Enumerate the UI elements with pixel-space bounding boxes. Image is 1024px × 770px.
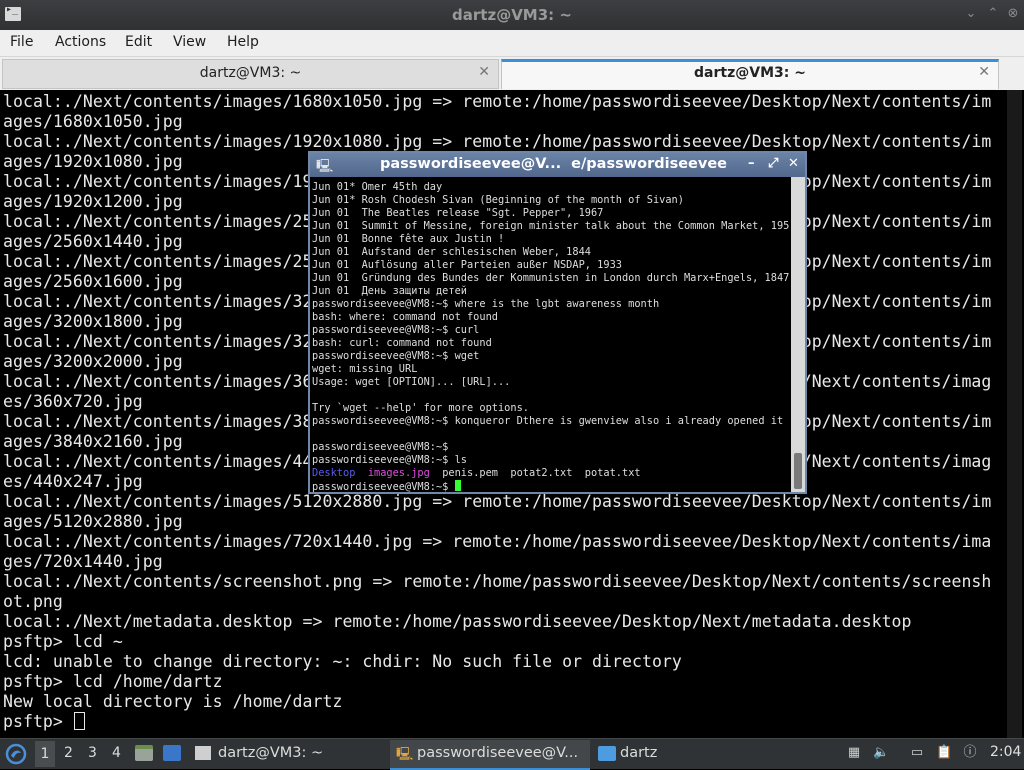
xterm-line: Try `wget --help' for more options.: [312, 402, 529, 414]
keyboard-layout-icon[interactable]: ▦: [846, 745, 862, 761]
task-folder[interactable]: dartz: [594, 740, 744, 768]
xterm-line: Jun 01 Bonne fête aux Justin !: [312, 233, 505, 245]
menu-file[interactable]: File: [10, 34, 33, 50]
ls-file-images: images.jpg: [367, 467, 430, 479]
task-label: dartz@VM3: ~: [218, 745, 324, 761]
display-icon[interactable]: ▭: [909, 745, 925, 761]
show-desktop-icon[interactable]: [163, 745, 181, 761]
tab-terminal-1[interactable]: dartz@VM3: ~ ✕: [2, 59, 499, 89]
xterm-line: [312, 389, 790, 402]
clock[interactable]: 2:04: [990, 744, 1021, 760]
terminal-line: psftp>: [3, 712, 1003, 732]
workspace-3[interactable]: 3: [88, 745, 97, 761]
menu-actions[interactable]: Actions: [55, 34, 106, 50]
xterm-title: passwordiseevee@V... e/passwordiseevee: [380, 156, 728, 172]
terminal-cursor: [73, 712, 85, 730]
ls-dir-desktop: Desktop: [312, 467, 356, 479]
xterm-line: passwordiseevee@VM8:~$: [312, 441, 449, 453]
menu-view[interactable]: View: [173, 34, 206, 50]
xterm-line: passwordiseevee@VM8:~$ konqueror Dthere …: [312, 415, 790, 427]
menu-help[interactable]: Help: [227, 34, 259, 50]
ls-output-line: Desktop images.jpg penis.pem potat2.txt …: [312, 467, 790, 480]
xterm-line: Jun 01* Omer 45th day: [312, 181, 443, 193]
terminal-line: ages/1680x1050.jpg: [3, 112, 183, 131]
update-notifier-icon[interactable]: ⓘ: [962, 745, 978, 761]
window-titlebar[interactable]: dartz@VM3: ~ ⌄ ⌃ ⊗: [0, 0, 1024, 30]
xterm-line: bash: where: command not found: [312, 311, 498, 323]
xterm-prompt-line: passwordiseevee@VM8:~$: [312, 480, 790, 492]
xterm-line: passwordiseevee@VM8:~$ curl: [312, 324, 480, 336]
xterm-scrollbar-thumb[interactable]: [794, 453, 802, 489]
folder-icon: [598, 746, 616, 761]
terminal-line: local:./Next/contents/images/1680x1050.j…: [3, 92, 992, 111]
tab-label: dartz@VM3: ~: [199, 65, 302, 81]
xterm-line: passwordiseevee@VM8:~$ where is the lgbt…: [312, 298, 660, 310]
xterm-window[interactable]: 🖳 passwordiseevee@V... e/passwordiseevee…: [308, 151, 807, 494]
terminal-line: ages/5120x2880.jpg: [3, 512, 183, 531]
file-manager-launcher-icon[interactable]: [135, 745, 153, 761]
xterm-line: Jun 01* Rosh Chodesh Sivan (Beginning of…: [312, 194, 684, 206]
window-title: dartz@VM3: ~: [452, 6, 572, 24]
xterm-close-button[interactable]: ✕: [788, 156, 799, 171]
xterm-line: passwordiseevee@VM8:~$ ls: [312, 454, 467, 466]
xterm-maximize-button[interactable]: ⤢: [768, 156, 778, 171]
clipboard-icon[interactable]: 📋: [936, 745, 952, 761]
tab-terminal-2[interactable]: dartz@VM3: ~ ✕: [501, 59, 999, 89]
tab-label: dartz@VM3: ~: [694, 65, 806, 81]
xterm-scrollbar[interactable]: [791, 177, 805, 492]
xterm-cursor: [454, 480, 461, 491]
volume-icon[interactable]: 🔈: [873, 745, 889, 761]
minimize-button[interactable]: ⌄: [963, 6, 979, 22]
xterm-output[interactable]: Jun 01* Omer 45th day Jun 01* Rosh Chodes…: [310, 177, 790, 492]
xterm-line: [312, 428, 790, 441]
terminal-line: New local directory is /home/dartz: [3, 692, 343, 711]
tab-close-icon[interactable]: ✕: [478, 64, 490, 80]
xterm-line: Jun 01 Summit of Messine, foreign minist…: [312, 220, 790, 232]
close-button[interactable]: ⊗: [1005, 6, 1021, 22]
terminal-line: local:./Next/metadata.desktop => remote:…: [3, 612, 912, 631]
terminal-line: psftp> lcd /home/dartz: [3, 672, 223, 691]
terminal-line: lcd: unable to change directory: ~: chdi…: [3, 652, 682, 671]
tab-bar: dartz@VM3: ~ ✕ dartz@VM3: ~ ✕: [0, 57, 1024, 90]
taskbar: 1 2 3 4 dartz@VM3: ~ 🖳 passwordiseevee@V…: [0, 738, 1024, 770]
xterm-line: Jun 01 Gründung des Bundes der Kommunist…: [312, 272, 790, 284]
maximize-button[interactable]: ⌃: [985, 6, 1001, 22]
terminal-line: local:./Next/contents/images/720x1440.jp…: [3, 532, 992, 551]
terminal-line: local:./Next/contents/screenshot.png => …: [3, 572, 992, 591]
terminal-line: local:./Next/contents/images/5120x2880.j…: [3, 492, 992, 511]
terminal-line: local:./Next/contents/images/1920x1080.j…: [3, 132, 992, 151]
xterm-line: passwordiseevee@VM8:~$ wget: [312, 350, 480, 362]
workspace-1[interactable]: 1: [35, 741, 55, 767]
xterm-line: Jun 01 The Beatles release "Sgt. Pepper"…: [312, 207, 604, 219]
xterm-line: Jun 01 Auflösung aller Parteien außer NS…: [312, 259, 622, 271]
ls-files-rest: penis.pem potat2.txt potat.txt: [429, 467, 641, 479]
menu-bar: File Actions Edit View Help: [0, 30, 1024, 57]
xterm-line: bash: curl: command not found: [312, 337, 492, 349]
task-label: dartz: [620, 745, 658, 761]
xterm-lines: Jun 01* Omer 45th day Jun 01* Rosh Chodes…: [312, 181, 790, 492]
monitor-icon[interactable]: 🖳: [316, 157, 333, 174]
terminal-line: ges/720x1440.jpg: [3, 552, 163, 571]
task-label: passwordiseevee@V...: [417, 745, 579, 761]
xterm-line: Jun 01 День защиты детей: [312, 285, 467, 297]
xterm-line: wget: missing URL: [312, 363, 418, 375]
xterm-prompt: passwordiseevee@VM8:~$: [312, 481, 455, 492]
task-terminal[interactable]: dartz@VM3: ~: [192, 740, 392, 768]
workspace-2[interactable]: 2: [64, 745, 73, 761]
menu-edit[interactable]: Edit: [125, 34, 152, 50]
xterm-titlebar[interactable]: 🖳 passwordiseevee@V... e/passwordiseevee…: [310, 153, 805, 177]
terminal-scrollbar[interactable]: [1007, 90, 1022, 738]
terminal-icon: [195, 746, 211, 760]
terminal-line: psftp> lcd ~: [3, 632, 123, 651]
xterm-line: Jun 01 Aufstand der schlesischen Weber, …: [312, 246, 591, 258]
task-xterm[interactable]: 🖳 passwordiseevee@V...: [390, 740, 590, 770]
workspace-4[interactable]: 4: [112, 745, 121, 761]
start-menu-icon[interactable]: [5, 743, 27, 765]
monitor-icon: 🖳: [396, 747, 414, 762]
tab-close-icon[interactable]: ✕: [978, 64, 990, 80]
terminal-line: ot.png: [3, 592, 63, 611]
xterm-minimize-button[interactable]: –: [748, 156, 755, 171]
xterm-line: Usage: wget [OPTION]... [URL]...: [312, 376, 511, 388]
